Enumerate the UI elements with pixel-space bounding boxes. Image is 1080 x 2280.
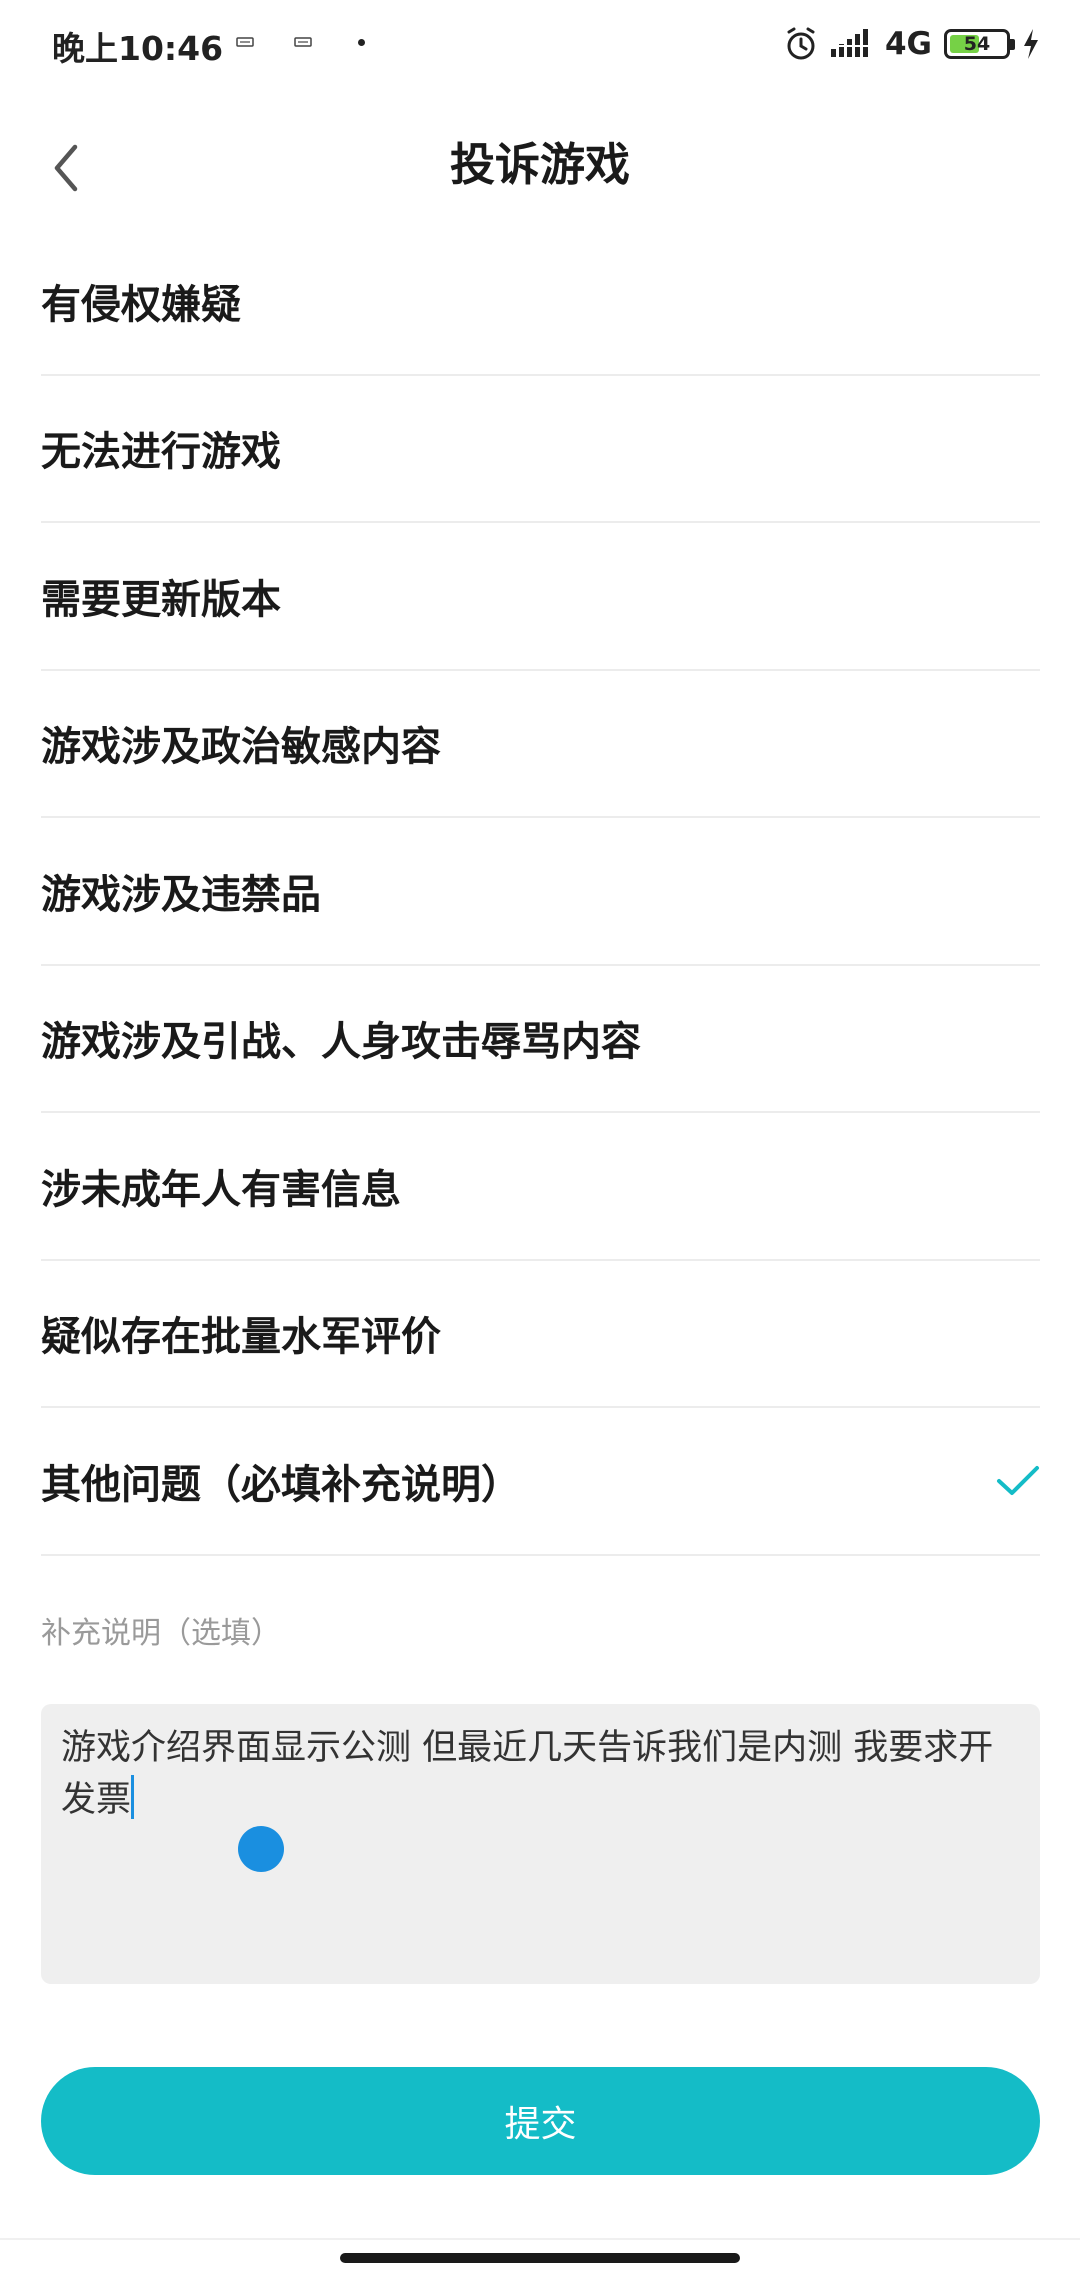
supplement-value: 游戏介绍界面显示公测 但最近几天告诉我们是内测 我要求开发票 [61, 1728, 994, 1820]
notification-icons [236, 36, 365, 48]
reason-item[interactable]: 疑似存在批量水军评价 [41, 1261, 1040, 1408]
divider [0, 2238, 1080, 2240]
status-bar: 晚上10:46 4G 54 [0, 0, 1080, 90]
reason-label: 游戏涉及违禁品 [41, 871, 321, 918]
supplement-text: 游戏介绍界面显示公测 但最近几天告诉我们是内测 我要求开发票 [61, 1722, 1020, 1826]
supplement-textarea[interactable]: 游戏介绍界面显示公测 但最近几天告诉我们是内测 我要求开发票 [41, 1704, 1040, 1984]
check-icon [997, 1465, 1039, 1495]
reason-label: 需要更新版本 [41, 576, 281, 623]
dot-icon [358, 38, 365, 46]
reason-item-selected[interactable]: 其他问题（必填补充说明） [41, 1408, 1040, 1556]
reason-label: 有侵权嫌疑 [41, 281, 241, 328]
reason-item[interactable]: 需要更新版本 [41, 523, 1040, 671]
reason-label: 游戏涉及引战、人身攻击辱骂内容 [41, 1019, 641, 1066]
reason-label: 疑似存在批量水军评价 [41, 1314, 441, 1361]
status-time: 晚上10:46 [52, 29, 224, 68]
battery-level: 54 [963, 33, 991, 55]
page-title: 投诉游戏 [449, 138, 630, 191]
reason-label: 无法进行游戏 [41, 429, 281, 476]
network-type: 4G [884, 26, 932, 62]
battery-icon: 54 [944, 29, 1015, 59]
supplement-label: 补充说明（选填） [41, 1616, 281, 1651]
reason-item[interactable]: 游戏涉及违禁品 [41, 818, 1040, 966]
alarm-icon [787, 27, 815, 60]
reason-label: 其他问题（必填补充说明） [41, 1461, 521, 1508]
reason-item[interactable]: 无法进行游戏 [41, 376, 1040, 523]
notification-icon [294, 37, 312, 47]
reason-item[interactable]: 游戏涉及政治敏感内容 [41, 671, 1040, 818]
reason-item[interactable]: 涉未成年人有害信息 [41, 1113, 1040, 1261]
text-cursor [131, 1775, 135, 1819]
submit-label: 提交 [504, 2104, 577, 2145]
charging-icon [1024, 29, 1038, 59]
cursor-handle[interactable] [238, 1826, 284, 1872]
signal-icon [830, 29, 871, 57]
reason-item[interactable]: 游戏涉及引战、人身攻击辱骂内容 [41, 966, 1040, 1113]
notification-icon [236, 37, 254, 47]
reason-label: 涉未成年人有害信息 [41, 1166, 401, 1213]
status-indicators: 4G 54 [783, 24, 1040, 64]
submit-button[interactable]: 提交 [41, 2067, 1040, 2175]
reason-label: 游戏涉及政治敏感内容 [41, 724, 441, 771]
battery-tip [1010, 39, 1015, 50]
home-indicator[interactable] [340, 2253, 740, 2263]
reason-list: 有侵权嫌疑 无法进行游戏 需要更新版本 游戏涉及政治敏感内容 游戏涉及违禁品 游… [41, 228, 1040, 1556]
reason-item[interactable]: 有侵权嫌疑 [41, 228, 1040, 376]
